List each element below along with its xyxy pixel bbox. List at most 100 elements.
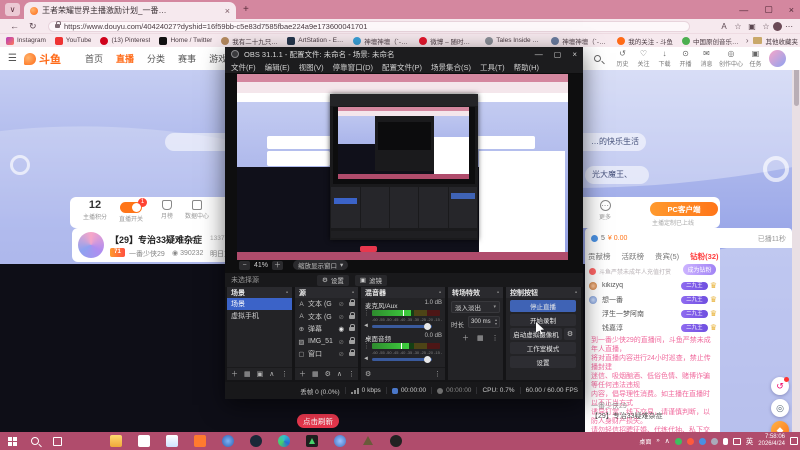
add-transition-icon[interactable]: ＋ — [462, 333, 469, 343]
input-language[interactable]: 英 — [746, 436, 754, 447]
source-item[interactable]: ▨ IMG_51 ⊘ — [295, 336, 358, 349]
spinner-arrows[interactable]: ▴ ▾ — [495, 318, 497, 326]
remove-source-icon[interactable]: ▦ — [312, 370, 319, 378]
scenes-dock-header[interactable]: 场景 ▪ — [227, 287, 292, 298]
maximize-icon[interactable]: ▢ — [764, 4, 773, 15]
bookmark[interactable]: (13) Pinterest — [100, 36, 150, 45]
keyboard-tray-icon[interactable] — [732, 437, 741, 445]
tray-orange-icon[interactable] — [686, 437, 694, 445]
transitions-dock-header[interactable]: 转场特效 ▪ — [448, 287, 503, 298]
zoom-in-button[interactable]: ＋ — [272, 260, 284, 270]
nav-esports[interactable]: 赛事 — [178, 52, 196, 65]
eye-off-icon[interactable]: ⊘ — [339, 338, 344, 346]
sources-dock-header[interactable]: 源 ▪ — [295, 287, 358, 298]
douyu-logo-text[interactable]: 斗鱼 — [39, 51, 61, 67]
source-properties-button[interactable]: ⚙ 设置 — [317, 274, 349, 286]
mixer-dock-header[interactable]: 混音器 ▪ — [361, 287, 445, 298]
action-download[interactable]: ↓ 下载 — [654, 49, 675, 68]
menu-help[interactable]: 帮助(H) — [514, 62, 539, 73]
microphone-tray-icon[interactable] — [722, 437, 728, 445]
read-aloud-icon[interactable]: A — [717, 22, 731, 31]
source-item[interactable]: ⊕ 弹幕 ◉ — [295, 323, 358, 336]
green-triangle-app-icon[interactable] — [306, 435, 318, 447]
duration-spinbox[interactable]: 300 ms ▴ ▾ — [468, 316, 500, 328]
bookmark[interactable]: Tales Inside 2018 ~… — [485, 36, 542, 45]
transition-props-icon[interactable]: ⋮ — [492, 334, 499, 342]
player-refresh-button[interactable]: 点击刷新 — [297, 414, 339, 428]
reload-icon[interactable]: ↻ — [29, 21, 37, 32]
bookmark[interactable]: ArtStation - Explore — [287, 36, 344, 45]
menu-profile[interactable]: 配置文件(P) — [382, 62, 422, 73]
search-icon[interactable] — [594, 55, 601, 62]
gift-float-button[interactable]: ◆ — [771, 421, 789, 432]
volume-slider[interactable] — [372, 356, 432, 363]
minimize-icon[interactable]: — — [535, 50, 543, 59]
record-float-button[interactable]: ◎ — [771, 399, 789, 417]
orange-app-icon[interactable] — [194, 435, 206, 447]
bookmark[interactable]: 中国原创音乐基地… — [682, 36, 739, 46]
pyramid-app-icon[interactable] — [362, 435, 374, 447]
volume-slider[interactable] — [372, 323, 432, 330]
live-toggle[interactable]: 1 — [120, 198, 147, 213]
nav-home[interactable]: 首页 — [85, 52, 103, 65]
start-recording-button[interactable]: 开始录制 — [510, 314, 576, 326]
scene-item-selected[interactable]: 场景 — [227, 298, 292, 310]
fan-row[interactable]: kikizyq 二九王 ♛ — [589, 279, 717, 292]
menu-docks[interactable]: 停靠窗口(D) — [333, 62, 373, 73]
browser-profile-avatar[interactable] — [773, 21, 782, 31]
lock-icon[interactable] — [349, 299, 355, 307]
back-icon[interactable]: ← — [10, 21, 19, 31]
bookmark[interactable]: Instagram — [6, 36, 46, 45]
toolbar-chevron-icon[interactable]: » — [656, 438, 659, 444]
add-source-icon[interactable]: ＋ — [299, 369, 306, 379]
tray-green-icon[interactable] — [674, 437, 682, 445]
bookmark[interactable]: 微博 – 随时随地发… — [419, 36, 476, 46]
menu-scene-collection[interactable]: 场景集合(S) — [431, 62, 471, 73]
virtual-camera-settings-button[interactable]: ⚙ — [564, 328, 576, 340]
tab-diamond-fans[interactable]: 钻粉(32) — [690, 251, 718, 262]
eye-off-icon[interactable]: ⊘ — [339, 300, 344, 308]
eye-off-icon[interactable]: ⊘ — [339, 313, 344, 321]
minimize-icon[interactable]: — — [739, 5, 748, 15]
collections-icon[interactable]: ▣ — [745, 22, 759, 31]
stop-streaming-button[interactable]: 停止直播 — [510, 300, 576, 312]
lock-icon[interactable] — [349, 324, 355, 332]
pc-client-button[interactable]: PC客户端 — [650, 202, 718, 216]
favorite-star-icon[interactable]: ☆ — [731, 22, 745, 31]
browser-menu-icon[interactable]: ⋯ — [782, 22, 796, 31]
streamer-avatar[interactable] — [78, 232, 104, 258]
data-center[interactable]: 数据中心 — [180, 200, 214, 220]
edge-icon[interactable] — [278, 435, 290, 447]
favorites-bar-icon[interactable]: ☆ — [759, 22, 773, 31]
store-icon[interactable] — [138, 435, 150, 447]
become-diamond-fan-button[interactable]: 成为钻粉 — [683, 264, 716, 275]
action-messages[interactable]: ✉ 消息 — [696, 49, 717, 68]
nav-category[interactable]: 分类 — [147, 52, 165, 65]
zoom-out-button[interactable]: − — [239, 260, 250, 270]
move-up-icon[interactable]: ∧ — [269, 370, 274, 378]
mail-icon[interactable] — [166, 435, 178, 447]
tab-contribution[interactable]: 贡献榜 — [588, 251, 611, 262]
action-broadcast[interactable]: ⊙ 开播 — [675, 49, 696, 68]
menu-tools[interactable]: 工具(T) — [480, 62, 505, 73]
taskbar-search-icon[interactable] — [31, 437, 39, 445]
source-settings-icon[interactable]: ⚙ — [325, 370, 331, 378]
close-icon[interactable]: × — [789, 5, 794, 15]
slider-knob[interactable] — [424, 356, 431, 363]
studio-mode-button[interactable]: 工作室模式 — [510, 342, 576, 354]
bookmark[interactable]: 神壇神壇（´-｀）つ… — [353, 36, 410, 46]
remove-scene-icon[interactable]: ▦ — [244, 370, 251, 378]
bookmark[interactable]: 我有二十九只猫直… — [221, 36, 278, 46]
add-scene-icon[interactable]: ＋ — [231, 369, 238, 379]
bookmark[interactable]: Home / Twitter — [159, 36, 212, 45]
bookmarks-overflow-icon[interactable]: › — [746, 36, 749, 45]
replay-float-button[interactable]: ↺ — [771, 377, 789, 395]
lock-icon[interactable] — [349, 336, 355, 344]
steam-icon[interactable] — [250, 435, 262, 447]
show-hidden-icons[interactable]: ∧ — [665, 437, 670, 445]
desktop-toolbar-label[interactable]: 桌面 — [639, 437, 651, 446]
page-scrollbar[interactable] — [792, 47, 800, 432]
browser-tab[interactable]: 王者荣耀世界主播激励计划_一番… × — [24, 2, 236, 19]
source-item[interactable]: ▢ 窗口 ⊘ — [295, 348, 358, 361]
user-avatar[interactable] — [769, 50, 786, 67]
